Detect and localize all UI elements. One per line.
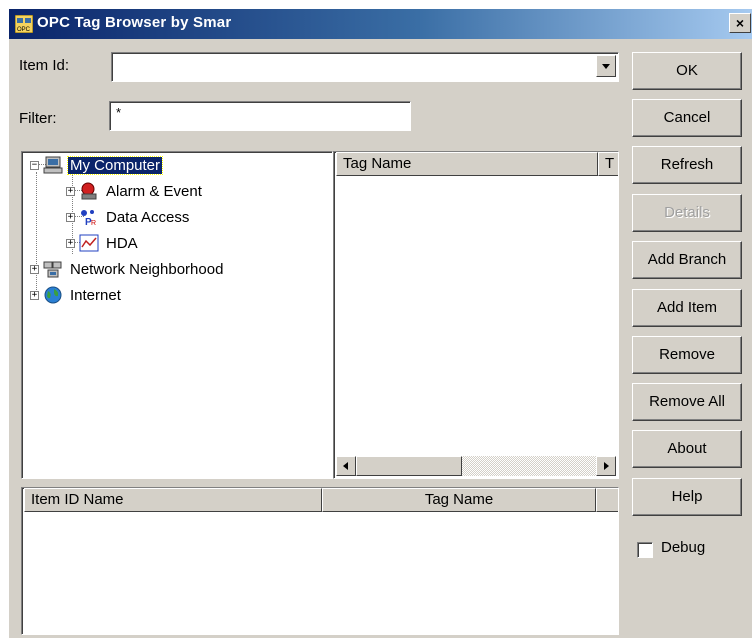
network-icon <box>43 261 62 278</box>
alarm-icon <box>81 182 97 200</box>
cancel-button[interactable]: Cancel <box>632 99 742 137</box>
tag-list-view[interactable]: Tag Name T <box>333 151 619 479</box>
scroll-thumb[interactable] <box>356 456 462 476</box>
about-button[interactable]: About <box>632 430 742 468</box>
opc-app-icon: OPC <box>15 15 33 33</box>
remove-all-button[interactable]: Remove All <box>632 383 742 421</box>
tree-item-label[interactable]: Internet <box>68 287 123 304</box>
filter-label: Filter: <box>19 110 57 127</box>
add-branch-button[interactable]: Add Branch <box>632 241 742 279</box>
column-header-type[interactable]: T <box>598 152 618 176</box>
tree-item-hda[interactable]: + HDA <box>66 231 140 255</box>
svg-text:OPC: OPC <box>17 27 31 33</box>
tree-view[interactable]: − My Computer + Alarm & Event + P R Data… <box>21 151 333 479</box>
tree-item-label[interactable]: My Computer <box>66 155 164 175</box>
expand-icon[interactable]: + <box>66 212 75 222</box>
expand-icon[interactable]: + <box>66 238 75 248</box>
refresh-button[interactable]: Refresh <box>632 146 742 184</box>
title-bar[interactable]: OPC OPC Tag Browser by Smar × <box>9 9 752 39</box>
tree-item-internet[interactable]: + Internet <box>30 283 123 307</box>
tree-item-label[interactable]: Network Neighborhood <box>68 261 225 278</box>
filter-value[interactable]: * <box>116 105 121 120</box>
arrow-left-icon <box>343 462 348 470</box>
horizontal-scrollbar[interactable] <box>336 456 616 476</box>
add-item-button[interactable]: Add Item <box>632 289 742 327</box>
hda-chart-icon <box>79 234 99 252</box>
column-header-item-id-name[interactable]: Item ID Name <box>24 488 322 512</box>
close-button[interactable]: × <box>729 13 751 33</box>
opc-tag-browser-dialog: OPC OPC Tag Browser by Smar × Item Id: F… <box>8 8 752 638</box>
tree-item-label[interactable]: Data Access <box>104 209 191 226</box>
scroll-right-button[interactable] <box>596 456 616 476</box>
item-id-label: Item Id: <box>19 57 70 74</box>
tree-item-my-computer[interactable]: − My Computer <box>30 153 164 177</box>
collapse-icon[interactable]: − <box>30 160 39 170</box>
remove-button[interactable]: Remove <box>632 336 742 374</box>
column-header-tag-name[interactable]: Tag Name <box>322 488 596 512</box>
filter-input[interactable]: * <box>109 101 411 131</box>
svg-text:R: R <box>91 220 96 226</box>
tree-item-data-access[interactable]: + P R Data Access <box>66 205 191 229</box>
selected-items-list[interactable]: Item ID Name Tag Name <box>21 487 619 635</box>
debug-checkbox[interactable] <box>637 542 653 558</box>
help-button[interactable]: Help <box>632 478 742 516</box>
computer-icon <box>43 156 63 174</box>
arrow-right-icon <box>604 462 609 470</box>
tree-item-label[interactable]: HDA <box>104 235 140 252</box>
scroll-left-button[interactable] <box>336 456 356 476</box>
details-button[interactable]: Details <box>632 194 742 232</box>
tree-item-label[interactable]: Alarm & Event <box>104 183 204 200</box>
debug-label[interactable]: Debug <box>661 539 705 556</box>
expand-icon[interactable]: + <box>30 264 39 274</box>
data-access-icon: P R <box>81 210 96 226</box>
item-id-combobox[interactable] <box>111 52 619 82</box>
tree-item-alarm-event[interactable]: + Alarm & Event <box>66 179 204 203</box>
expand-icon[interactable]: + <box>66 186 75 196</box>
expand-icon[interactable]: + <box>30 290 39 300</box>
window-title: OPC Tag Browser by Smar <box>37 14 232 31</box>
column-header-tag-name[interactable]: Tag Name <box>336 152 598 176</box>
column-header-extra[interactable] <box>596 488 618 512</box>
tree-item-network-neighborhood[interactable]: + Network Neighborhood <box>30 257 225 281</box>
column-header-label: Tag Name <box>424 491 494 508</box>
ok-button[interactable]: OK <box>632 52 742 90</box>
item-id-dropdown-button[interactable] <box>596 55 616 77</box>
chevron-down-icon <box>602 64 610 69</box>
globe-icon <box>44 286 62 304</box>
